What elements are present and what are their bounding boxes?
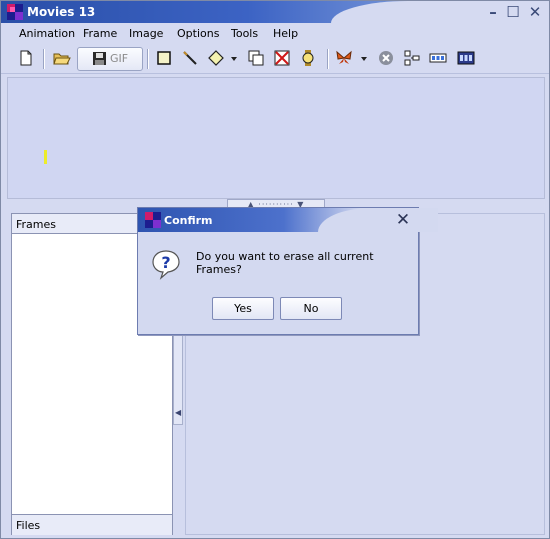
- app-window: Movies 13 – ☐ ✕ Animation Frame Image Op…: [0, 0, 550, 539]
- question-icon: ?: [152, 250, 180, 280]
- toolbar-separator: [327, 49, 329, 69]
- watch-icon[interactable]: [299, 49, 317, 67]
- yes-button[interactable]: Yes: [212, 297, 274, 320]
- dropdown-arrow-icon[interactable]: [229, 49, 239, 67]
- window-title: Movies 13: [27, 5, 96, 19]
- splitter-arrow-icon: ◀: [175, 408, 182, 417]
- menu-image[interactable]: Image: [129, 27, 163, 40]
- new-file-icon[interactable]: [17, 49, 35, 67]
- dialog-title-wave: [318, 208, 438, 232]
- save-icon: [93, 52, 106, 65]
- close-icon[interactable]: ✕: [392, 210, 414, 230]
- diamond-icon[interactable]: [207, 49, 225, 67]
- butterfly-icon[interactable]: [335, 49, 353, 67]
- minimize-icon[interactable]: –: [483, 3, 503, 21]
- confirm-dialog: Confirm ✕ ? Do you want to erase all cur…: [137, 207, 438, 335]
- line-icon[interactable]: [181, 49, 199, 67]
- dialog-title: Confirm: [164, 214, 213, 227]
- dropdown-arrow-icon[interactable]: [359, 49, 369, 67]
- menu-tools[interactable]: Tools: [231, 27, 258, 40]
- no-button[interactable]: No: [280, 297, 342, 320]
- frames-strip-icon[interactable]: [429, 49, 447, 67]
- svg-text:?: ?: [161, 253, 170, 272]
- duplicate-frame-icon[interactable]: [247, 49, 265, 67]
- delete-frame-icon[interactable]: [273, 49, 291, 67]
- menu-animation[interactable]: Animation: [19, 27, 75, 40]
- menu-frame[interactable]: Frame: [83, 27, 117, 40]
- text-cursor-mark: [44, 150, 47, 164]
- maximize-icon[interactable]: ☐: [503, 3, 523, 21]
- app-icon: [7, 4, 23, 20]
- stop-icon[interactable]: [377, 49, 395, 67]
- dialog-message: Do you want to erase all current Frames?: [196, 250, 374, 276]
- close-icon[interactable]: ✕: [525, 3, 545, 21]
- files-label: Files: [16, 519, 41, 532]
- toolbar-separator: [147, 49, 149, 69]
- yes-label: Yes: [234, 302, 252, 315]
- toolbar: GIF: [1, 43, 549, 74]
- no-label: No: [303, 302, 319, 315]
- align-icon[interactable]: [403, 49, 421, 67]
- gif-label: GIF: [110, 52, 129, 65]
- menu-options[interactable]: Options: [177, 27, 219, 40]
- open-folder-icon[interactable]: [53, 49, 71, 67]
- rectangle-icon[interactable]: [155, 49, 173, 67]
- menu-bar: Animation Frame Image Options Tools Help: [1, 23, 549, 43]
- animation-canvas[interactable]: [7, 77, 545, 199]
- frames-label: Frames: [16, 218, 57, 231]
- toolbar-separator: [43, 49, 45, 69]
- title-bar[interactable]: Movies 13 – ☐ ✕: [1, 1, 549, 23]
- menu-help[interactable]: Help: [273, 27, 298, 40]
- dialog-title-bar[interactable]: Confirm ✕: [138, 208, 438, 232]
- save-gif-button[interactable]: GIF: [77, 47, 143, 71]
- files-header[interactable]: Files: [12, 514, 172, 535]
- app-icon: [145, 212, 161, 228]
- film-strip-icon[interactable]: [457, 49, 475, 67]
